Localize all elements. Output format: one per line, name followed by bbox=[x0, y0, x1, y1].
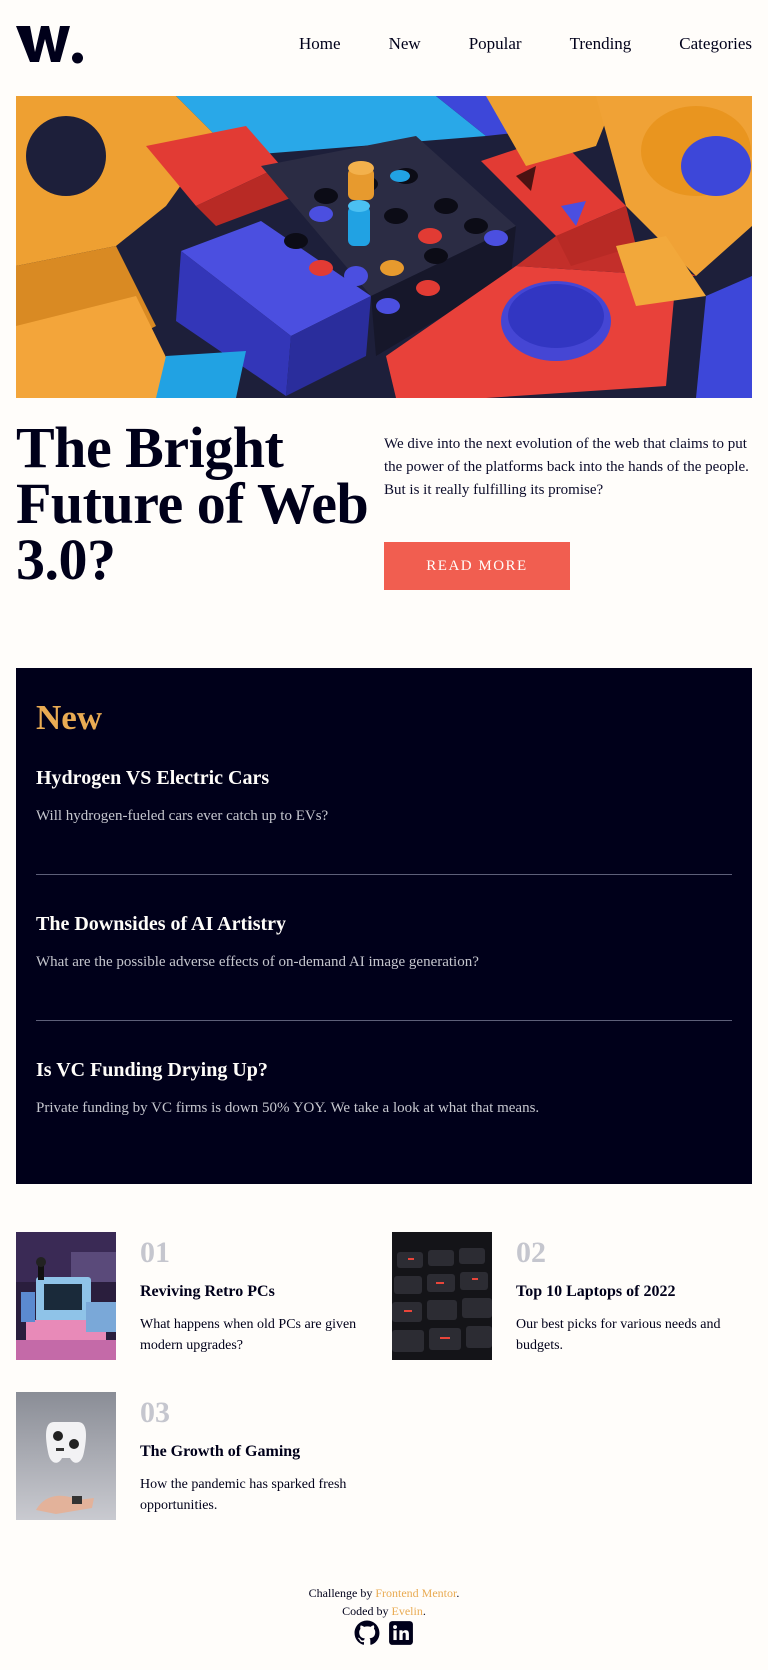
new-section: New Hydrogen VS Electric Cars Will hydro… bbox=[16, 668, 752, 1184]
footer-challenge-prefix: Challenge by bbox=[308, 1586, 376, 1600]
footer-attribution-line: Challenge by Frontend Mentor. bbox=[0, 1584, 768, 1602]
new-section-title: New bbox=[36, 698, 103, 737]
social-links bbox=[354, 1620, 414, 1646]
nav-popular[interactable]: Popular bbox=[469, 34, 522, 54]
article-body: 02 Top 10 Laptops of 2022 Our best picks… bbox=[516, 1232, 746, 1360]
article-body: 01 Reviving Retro PCs What happens when … bbox=[140, 1232, 370, 1360]
article-text: Our best picks for various needs and bud… bbox=[516, 1317, 721, 1353]
article-thumbnail-laptops bbox=[392, 1232, 492, 1360]
divider bbox=[36, 1020, 732, 1021]
author-link[interactable]: Evelin bbox=[392, 1604, 423, 1618]
page: Home New Popular Trending Categories The… bbox=[0, 0, 768, 1670]
news-item-text: What are the possible adverse effects of… bbox=[36, 954, 479, 970]
article-thumbnail-gaming bbox=[16, 1392, 116, 1520]
news-item-title[interactable]: Hydrogen VS Electric Cars bbox=[36, 766, 732, 790]
news-item: The Downsides of AI Artistry What are th… bbox=[36, 912, 732, 972]
article-card: 01 Reviving Retro PCs What happens when … bbox=[16, 1232, 376, 1360]
article-title[interactable]: The Growth of Gaming bbox=[140, 1442, 370, 1462]
article-number: 02 bbox=[516, 1236, 546, 1269]
news-item-text: Private funding by VC firms is down 50% … bbox=[36, 1100, 540, 1116]
divider bbox=[36, 874, 732, 875]
linkedin-icon[interactable] bbox=[388, 1620, 414, 1646]
news-item-text: Will hydrogen-fueled cars ever catch up … bbox=[36, 808, 329, 824]
article-thumbnail-retro-pcs bbox=[16, 1232, 116, 1360]
nav-trending[interactable]: Trending bbox=[570, 34, 632, 54]
footer: Challenge by Frontend Mentor. Coded by E… bbox=[0, 1584, 768, 1620]
article-number: 01 bbox=[140, 1236, 170, 1269]
news-item-title[interactable]: Is VC Funding Drying Up? bbox=[36, 1058, 732, 1082]
article-text: What happens when old PCs are given mode… bbox=[140, 1317, 357, 1353]
footer-period: . bbox=[422, 1604, 426, 1618]
article-body: 03 The Growth of Gaming How the pandemic… bbox=[140, 1392, 370, 1520]
hero-description: We dive into the next evolution of the w… bbox=[384, 436, 749, 498]
site-logo[interactable] bbox=[16, 22, 84, 66]
news-item-title[interactable]: The Downsides of AI Artistry bbox=[36, 912, 732, 936]
main-nav: Home New Popular Trending Categories bbox=[299, 34, 752, 54]
footer-coded-prefix: Coded by bbox=[342, 1604, 392, 1618]
nav-home[interactable]: Home bbox=[299, 34, 341, 54]
article-title[interactable]: Reviving Retro PCs bbox=[140, 1282, 370, 1302]
github-icon[interactable] bbox=[354, 1620, 380, 1646]
nav-categories[interactable]: Categories bbox=[679, 34, 752, 54]
news-item: Hydrogen VS Electric Cars Will hydrogen-… bbox=[36, 766, 732, 826]
article-number: 03 bbox=[140, 1396, 170, 1429]
footer-period: . bbox=[456, 1586, 460, 1600]
frontend-mentor-link[interactable]: Frontend Mentor bbox=[375, 1586, 456, 1600]
article-text: How the pandemic has sparked fresh oppor… bbox=[140, 1477, 347, 1513]
article-title[interactable]: Top 10 Laptops of 2022 bbox=[516, 1282, 746, 1302]
article-card: 02 Top 10 Laptops of 2022 Our best picks… bbox=[392, 1232, 752, 1360]
article-card: 03 The Growth of Gaming How the pandemic… bbox=[16, 1392, 376, 1520]
nav-new[interactable]: New bbox=[389, 34, 421, 54]
hero-image bbox=[16, 96, 752, 398]
hero-title: The Bright Future of Web 3.0? bbox=[16, 415, 369, 592]
footer-coder-line: Coded by Evelin. bbox=[0, 1602, 768, 1620]
news-item: Is VC Funding Drying Up? Private funding… bbox=[36, 1058, 732, 1118]
read-more-button[interactable]: READ MORE bbox=[384, 542, 570, 590]
